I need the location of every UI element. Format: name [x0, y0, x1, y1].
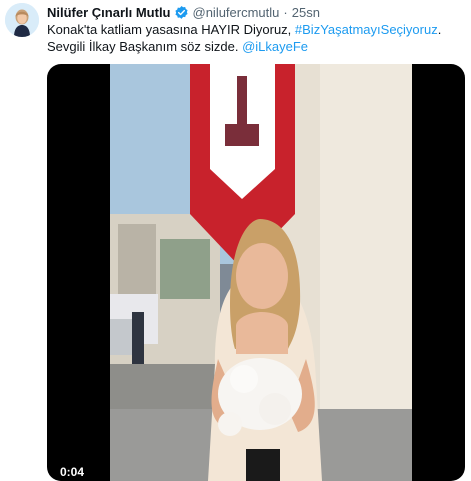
tweet-text-part: Sevgili İlkay Başkanım söz sizde.	[47, 39, 243, 54]
tweet-text-line-1: Konak'ta katliam yasasına HAYIR Diyoruz,…	[47, 21, 457, 38]
video-player[interactable]: 0:04	[47, 64, 465, 481]
author-name[interactable]: Nilüfer Çınarlı Mutlu	[47, 5, 171, 20]
tweet-text: Konak'ta katliam yasasına HAYIR Diyoruz,…	[47, 21, 457, 55]
separator-dot: ·	[283, 4, 288, 20]
author-handle[interactable]: @nilufercmutlu	[193, 5, 280, 20]
video-frame[interactable]	[110, 64, 412, 481]
tweet-text-line-2: Sevgili İlkay Başkanım söz sizde. @iLkay…	[47, 38, 457, 55]
hashtag-link[interactable]: #BizYaşatmayıSeçiyoruz	[295, 22, 438, 37]
timestamp[interactable]: 25sn	[292, 5, 320, 20]
video-duration-badge: 0:04	[56, 464, 89, 481]
tweet-header: Nilüfer Çınarlı Mutlu @nilufercmutlu · 2…	[47, 3, 320, 21]
tweet[interactable]: Nilüfer Çınarlı Mutlu @nilufercmutlu · 2…	[0, 0, 471, 481]
tweet-text-part: Konak'ta katliam yasasına HAYIR Diyoruz,	[47, 22, 295, 37]
tweet-text-part: .	[437, 22, 442, 37]
mention-link[interactable]: @iLkayeFe	[242, 39, 308, 54]
verified-badge-icon[interactable]	[174, 5, 189, 20]
avatar[interactable]	[5, 3, 39, 37]
